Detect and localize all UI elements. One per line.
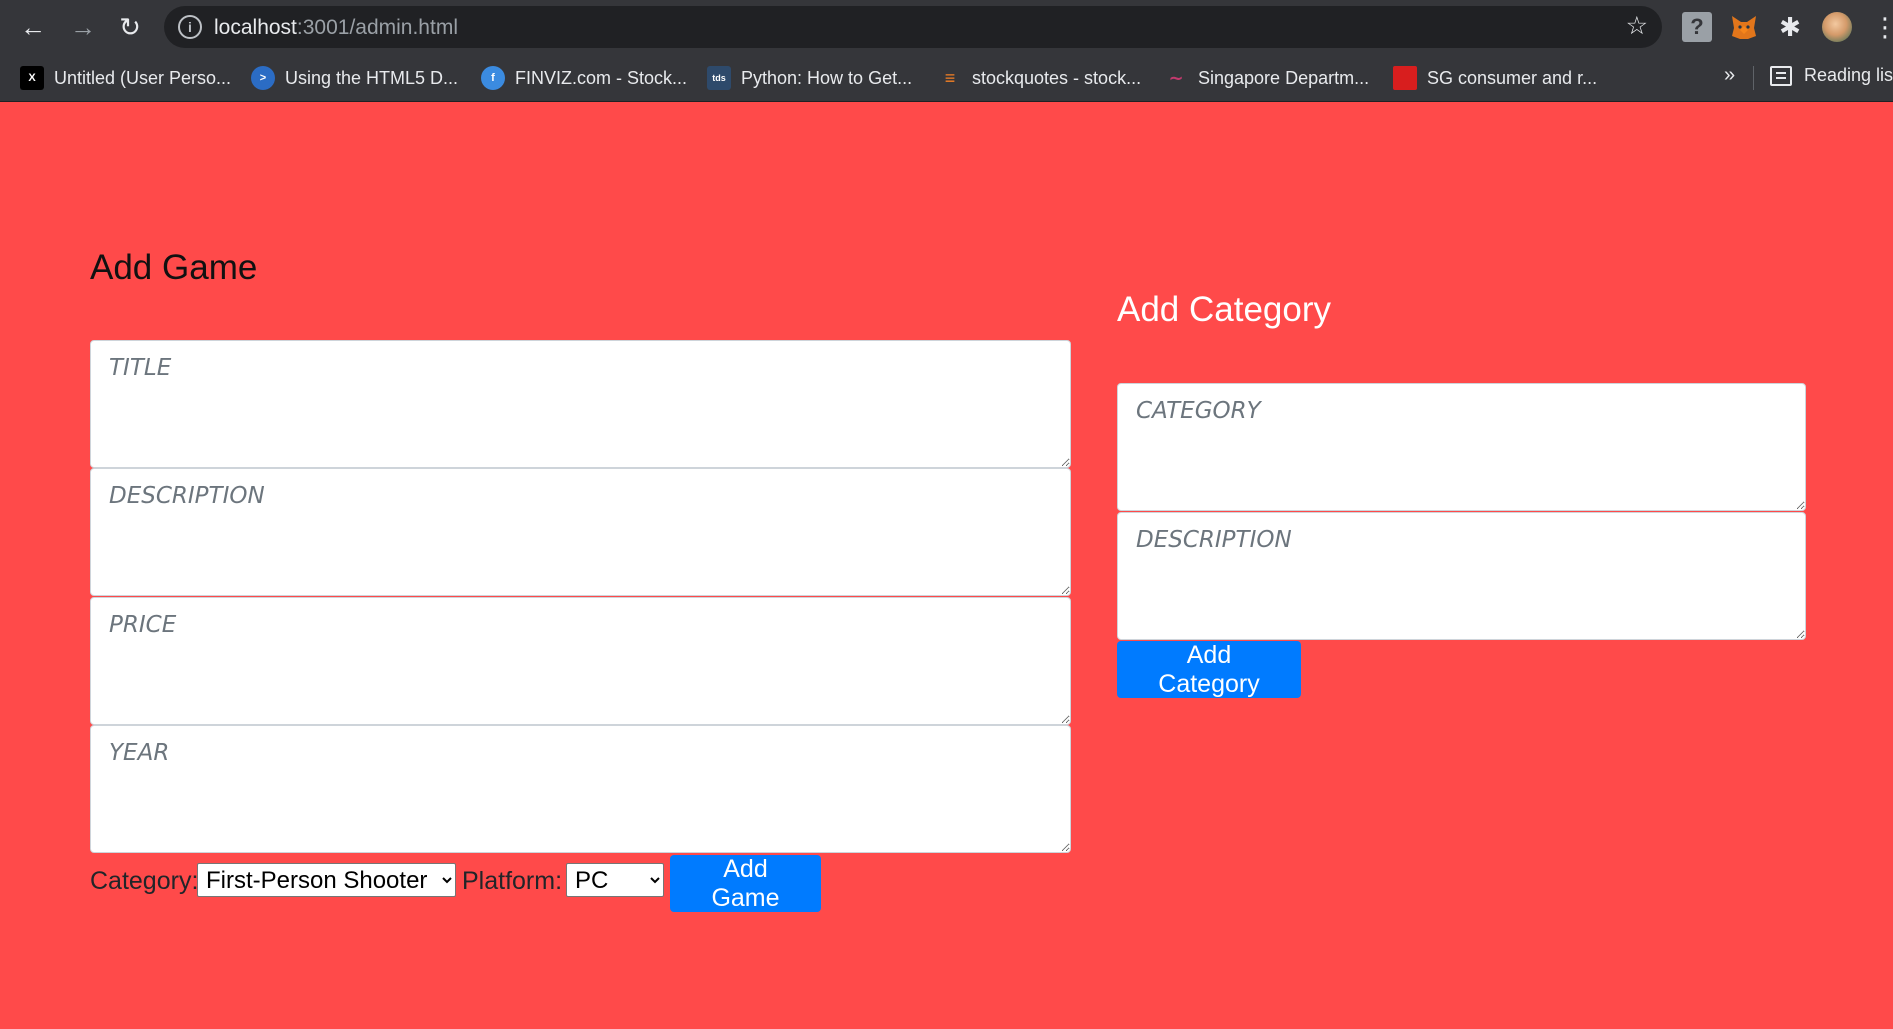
- bookmark-label: Singapore Departm...: [1198, 67, 1370, 88]
- red-flag-icon: [1393, 66, 1417, 90]
- bookmark-star-icon[interactable]: ☆: [1626, 11, 1648, 41]
- bookmark-label: Untitled (User Perso...: [54, 67, 232, 88]
- more-menu-icon[interactable]: ⋮: [1872, 12, 1893, 42]
- x-logo-icon: X: [20, 66, 44, 90]
- bookmark-label: FINVIZ.com - Stock...: [515, 67, 688, 88]
- add-game-heading: Add Game: [90, 248, 258, 287]
- bookmark-item[interactable]: SG consumer and r...: [1393, 65, 1597, 91]
- swoosh-icon: ∼: [1168, 68, 1184, 88]
- bookmarks-overflow-button[interactable]: »: [1724, 64, 1735, 87]
- game-description-input[interactable]: [90, 468, 1071, 596]
- bookmark-item[interactable]: X Untitled (User Perso...: [20, 65, 231, 91]
- url-path: :3001/admin.html: [296, 16, 458, 39]
- category-select[interactable]: First-Person Shooter: [197, 863, 456, 897]
- powershell-icon: >: [251, 66, 275, 90]
- add-game-button[interactable]: Add Game: [670, 855, 821, 912]
- address-url[interactable]: localhost:3001/admin.html: [214, 16, 458, 40]
- platform-select[interactable]: PC: [566, 863, 664, 897]
- add-category-button[interactable]: Add Category: [1117, 641, 1301, 698]
- bookmark-label: Using the HTML5 D...: [285, 67, 459, 88]
- bookmark-label: Python: How to Get...: [741, 67, 913, 88]
- bookmark-label: stockquotes - stock...: [972, 67, 1142, 88]
- platform-select-label: Platform:: [462, 867, 563, 895]
- browser-toolbar: ← → ↻ i localhost:3001/admin.html ☆ ? ✱ …: [0, 0, 1893, 54]
- help-extension-icon[interactable]: ?: [1682, 12, 1712, 42]
- facebook-icon: f: [481, 66, 505, 90]
- bookmark-item[interactable]: ∼ Singapore Departm...: [1164, 65, 1369, 91]
- bookmarks-bar: X Untitled (User Perso... > Using the HT…: [0, 54, 1893, 102]
- tds-icon: tds: [707, 66, 731, 90]
- reading-list-label: Reading list: [1804, 65, 1893, 85]
- bookmark-item[interactable]: tds Python: How to Get...: [707, 65, 912, 91]
- url-host: localhost: [214, 16, 297, 39]
- bookmarks-divider: [1753, 66, 1754, 90]
- extensions-puzzle-icon[interactable]: ✱: [1775, 12, 1805, 42]
- bookmark-label: SG consumer and r...: [1427, 67, 1598, 88]
- reload-icon[interactable]: ↻: [113, 10, 147, 44]
- category-select-label: Category:: [90, 867, 199, 895]
- game-title-input[interactable]: [90, 340, 1071, 468]
- add-category-heading: Add Category: [1117, 290, 1332, 329]
- profile-avatar[interactable]: [1822, 12, 1852, 42]
- bookmark-item[interactable]: ≡ stockquotes - stock...: [938, 65, 1141, 91]
- game-price-input[interactable]: [90, 597, 1071, 725]
- category-description-input[interactable]: [1117, 512, 1806, 640]
- metamask-fox-icon[interactable]: [1729, 12, 1759, 42]
- forward-arrow-icon[interactable]: →: [66, 10, 100, 44]
- reading-list-button[interactable]: Reading list: [1770, 65, 1893, 86]
- category-name-input[interactable]: [1117, 383, 1806, 511]
- bookmark-item[interactable]: f FINVIZ.com - Stock...: [481, 65, 687, 91]
- bookmark-item[interactable]: > Using the HTML5 D...: [251, 65, 458, 91]
- stackoverflow-icon: ≡: [944, 68, 956, 88]
- back-arrow-icon[interactable]: ←: [16, 10, 50, 44]
- admin-page: Add Game Category: First-Person Shooter …: [0, 103, 1893, 1029]
- address-bar[interactable]: i localhost:3001/admin.html ☆: [164, 6, 1662, 48]
- game-year-input[interactable]: [90, 725, 1071, 853]
- site-info-icon[interactable]: i: [178, 15, 202, 39]
- reading-list-icon: [1770, 65, 1792, 86]
